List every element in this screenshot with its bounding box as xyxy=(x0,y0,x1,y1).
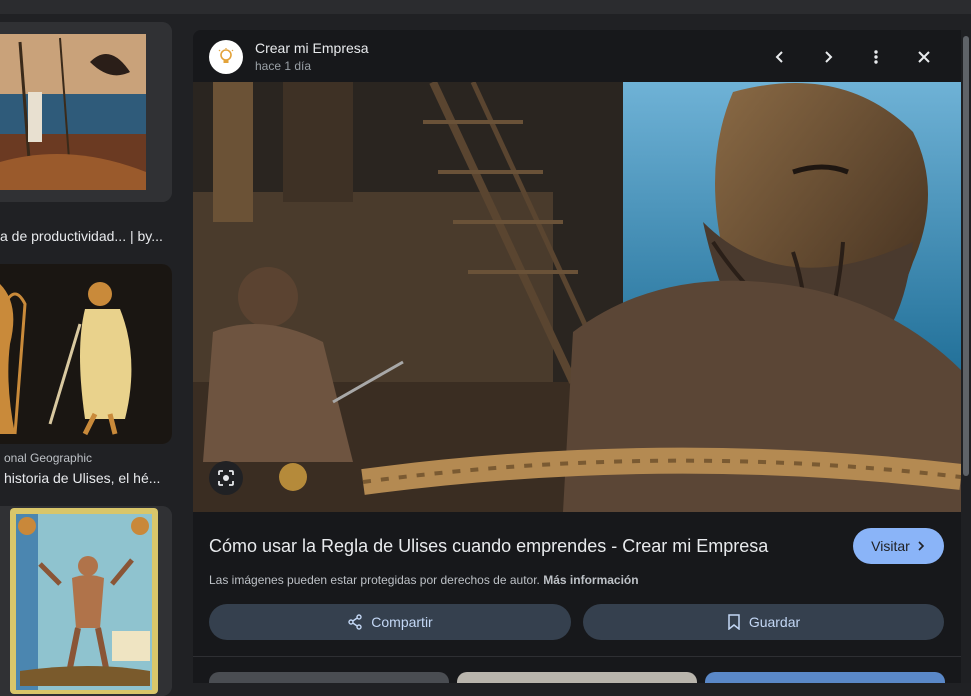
next-button[interactable] xyxy=(813,42,843,72)
result-title-1[interactable]: a de productividad... | by... xyxy=(0,228,172,244)
lightbulb-icon xyxy=(218,48,234,63)
share-button[interactable]: Compartir xyxy=(209,604,571,640)
share-button-label: Compartir xyxy=(371,614,433,630)
result-source-2: onal Geographic xyxy=(4,451,93,465)
section-divider xyxy=(193,656,961,657)
related-image-1[interactable] xyxy=(209,672,449,683)
related-image-2[interactable] xyxy=(457,672,697,683)
more-info-link[interactable]: Más información xyxy=(543,573,638,587)
previous-button[interactable] xyxy=(765,42,795,72)
ulysses-statue-image xyxy=(193,82,961,512)
close-icon xyxy=(918,51,930,63)
more-vert-icon xyxy=(874,50,878,64)
chevron-left-icon xyxy=(775,51,783,63)
browser-top-bar xyxy=(0,0,971,14)
visit-button[interactable]: Visitar xyxy=(853,528,944,564)
copyright-text: Las imágenes pueden estar protegidas por… xyxy=(209,573,540,587)
result-title-2[interactable]: historia de Ulises, el hé... xyxy=(4,470,176,486)
copyright-notice: Las imágenes pueden estar protegidas por… xyxy=(209,573,639,587)
post-time: hace 1 día xyxy=(255,59,312,73)
share-icon xyxy=(348,614,362,630)
close-button[interactable] xyxy=(909,42,939,72)
result-thumbnail-2[interactable] xyxy=(0,264,172,444)
bookmark-icon xyxy=(728,614,740,630)
save-button-label: Guardar xyxy=(748,614,801,630)
related-image-3[interactable] xyxy=(705,672,945,683)
chevron-right-icon xyxy=(825,51,833,63)
visit-button-label: Visitar xyxy=(871,538,910,554)
more-options-button[interactable] xyxy=(861,42,891,72)
site-name[interactable]: Crear mi Empresa xyxy=(255,40,369,56)
lens-icon xyxy=(218,470,234,486)
greek-vase-image xyxy=(0,264,172,444)
image-title[interactable]: Cómo usar la Regla de Ulises cuando empr… xyxy=(209,536,768,557)
ship-painting-image xyxy=(0,22,172,202)
scrollbar-thumb[interactable] xyxy=(963,36,969,476)
result-thumbnail-3[interactable] xyxy=(0,506,172,696)
lens-search-button[interactable] xyxy=(209,461,243,495)
image-results-column: a de productividad... | by... onal Geogr… xyxy=(0,14,185,696)
site-logo[interactable] xyxy=(209,40,243,74)
preview-main-image[interactable] xyxy=(193,82,961,512)
result-thumbnail-1[interactable] xyxy=(0,22,172,202)
chevron-right-icon xyxy=(918,541,924,551)
save-button[interactable]: Guardar xyxy=(583,604,944,640)
image-preview-panel: Crear mi Empresa hace 1 día Cómo usar la… xyxy=(193,30,971,683)
preview-header: Crear mi Empresa hace 1 día xyxy=(193,30,971,82)
ulises-card-image xyxy=(0,506,172,696)
